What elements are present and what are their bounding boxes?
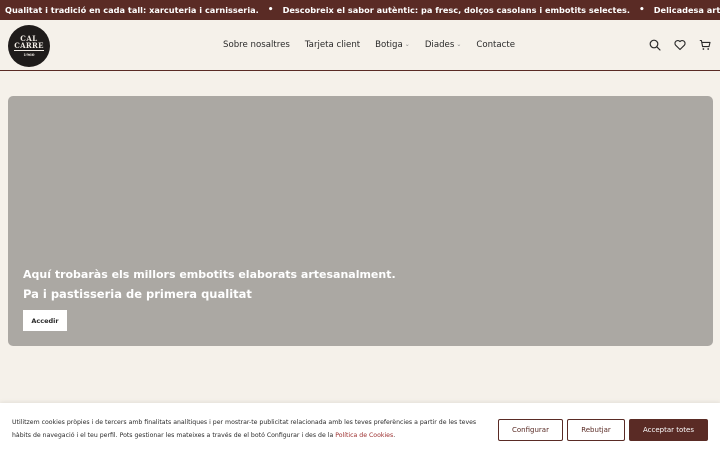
announcement-bar: Qualitat i tradició en cada tall: xarcut… — [0, 0, 720, 20]
nav-item-tarjeta-client[interactable]: Tarjeta client — [305, 40, 360, 50]
announcement-message: Qualitat i tradició en cada tall: xarcut… — [5, 5, 259, 15]
nav-item-diades[interactable]: Diades ⌄ — [425, 40, 462, 50]
nav-item-sobre-nosaltres[interactable]: Sobre nosaltres — [223, 40, 290, 50]
announcement-message: Delicadesa artesanal en cada tast: pa, p… — [653, 5, 720, 15]
announcement-message: Descobreix el sabor autèntic: pa fresc, … — [282, 5, 630, 15]
chevron-down-icon: ⌄ — [456, 41, 462, 48]
nav-item-label: Contacte — [476, 39, 516, 50]
cookie-reject-button[interactable]: Rebutjar — [567, 419, 625, 441]
nav-item-contacte[interactable]: Contacte — [476, 40, 515, 50]
main-nav: Sobre nosaltres Tarjeta client Botiga ⌄ … — [223, 20, 515, 69]
site-header: CAL CARRE 1960 Sobre nosaltres Tarjeta c… — [0, 20, 720, 71]
cookie-message: Utilitzem cookies pròpies i de tercers a… — [12, 417, 490, 442]
nav-item-label: Diades — [424, 39, 455, 50]
hero-banner: Aquí trobaràs els millors embotits elabo… — [8, 96, 713, 346]
announcement-separator: • — [639, 5, 645, 15]
nav-item-label: Tarjeta client — [304, 39, 361, 50]
cookie-banner: Utilitzem cookies pròpies i de tercers a… — [0, 403, 720, 450]
logo-text-main: CARRE — [14, 41, 44, 51]
nav-item-botiga[interactable]: Botiga ⌄ — [375, 40, 410, 50]
header-actions — [648, 20, 712, 69]
announcement-separator: • — [267, 5, 274, 15]
heart-icon[interactable] — [673, 38, 687, 52]
cookie-message-text: Utilitzem cookies pròpies i de tercers a… — [12, 419, 477, 439]
chevron-down-icon: ⌄ — [404, 41, 410, 48]
hero-heading: Aquí trobaràs els millors embotits elabo… — [23, 268, 396, 281]
logo-text-year: 1960 — [23, 52, 35, 57]
nav-item-label: Botiga — [375, 39, 403, 50]
hero-subheading: Pa i pastisseria de primera qualitat — [23, 287, 252, 301]
hero-access-button[interactable]: Accedir — [23, 310, 67, 331]
cookie-policy-link[interactable]: Política de Cookies — [335, 432, 393, 439]
nav-item-label: Sobre nosaltres — [223, 39, 290, 50]
cookie-message-end: . — [393, 431, 396, 439]
cookie-configure-button[interactable]: Configurar — [498, 419, 563, 441]
search-icon[interactable] — [648, 38, 662, 52]
site-logo[interactable]: CAL CARRE 1960 — [8, 25, 50, 67]
cookie-accept-all-button[interactable]: Acceptar totes — [629, 419, 708, 441]
cart-icon[interactable] — [698, 38, 712, 52]
